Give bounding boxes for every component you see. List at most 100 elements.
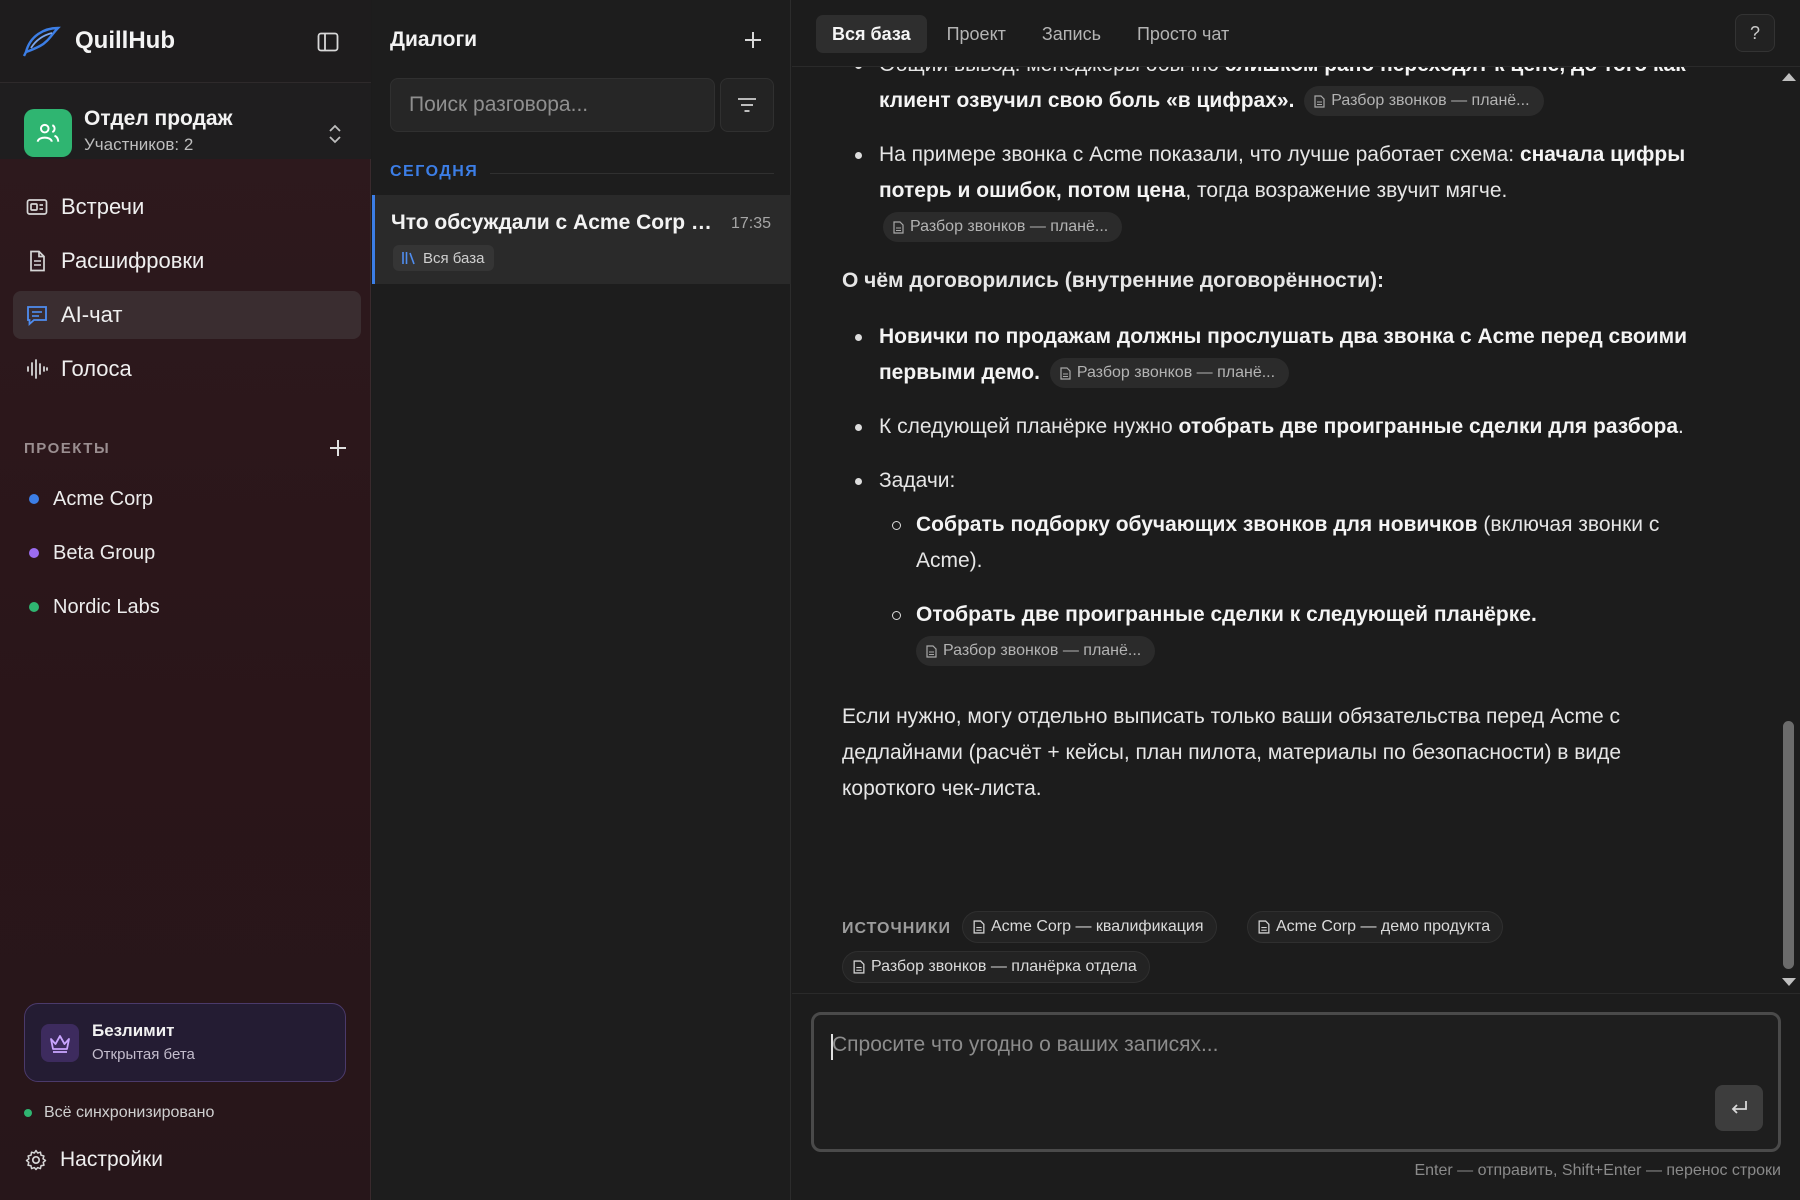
section-heading: О чём договорились (внутренние договорён… [842, 269, 1385, 292]
add-project-icon[interactable] [326, 436, 350, 460]
closing-paragraph: Если нужно, могу отдельно выписать тольк… [842, 705, 1622, 800]
scrollbar[interactable] [1777, 67, 1800, 992]
sidebar-item-label: Голоса [61, 356, 132, 381]
scroll-up-icon[interactable] [1782, 73, 1796, 81]
filter-button[interactable] [720, 78, 774, 132]
document-icon [1258, 920, 1270, 934]
source-chip[interactable]: Acme Corp — квалификация [962, 911, 1217, 943]
citation-chip[interactable]: Разбор звонков — планё... [883, 212, 1123, 243]
users-icon [36, 123, 60, 143]
composer: Спросите что угодно о ваших записях... E… [792, 993, 1800, 1200]
document-icon [926, 645, 937, 658]
tab-all-base[interactable]: Вся база [816, 15, 927, 53]
project-item-nordic[interactable]: Nordic Labs [24, 580, 160, 634]
plan-title: Безлимит [92, 1021, 175, 1040]
scroll-down-icon[interactable] [1782, 978, 1796, 986]
conversation-item[interactable]: Что обсуждали с Acme Corp и... 17:35 Вся… [372, 195, 791, 284]
message-area[interactable]: Общий вывод: менеджеры обычно слишком ра… [792, 67, 1777, 992]
dialogs-panel: Диалоги Поиск разговора... СЕГОДНЯ Что о… [372, 0, 791, 1200]
tab-just-chat[interactable]: Просто чат [1121, 15, 1245, 53]
filter-icon [738, 98, 756, 112]
team-members: Участников: 2 [84, 135, 194, 154]
search-input[interactable]: Поиск разговора... [390, 78, 715, 132]
chat-main: Вся база Проект Запись Просто чат ? Общи… [792, 0, 1800, 1200]
list-item: Задачи: Собрать подборку обучающих звонк… [842, 463, 1712, 669]
chat-input[interactable]: Спросите что угодно о ваших записях... [811, 1012, 1781, 1152]
citation-chip[interactable]: Разбор звонков — планё... [916, 636, 1156, 667]
gear-icon [25, 1149, 47, 1171]
section-today: СЕГОДНЯ [390, 163, 479, 180]
project-item-beta[interactable]: Beta Group [24, 526, 160, 580]
sources-label: ИСТОЧНИКИ [842, 920, 952, 937]
sidebar-item-meetings[interactable]: Встречи [13, 183, 361, 231]
list-item: Собрать подборку обучающих звонков для н… [879, 507, 1712, 579]
document-icon [1060, 367, 1071, 380]
sidebar-item-label: Расшифровки [61, 248, 205, 273]
list-item: Отобрать две проигранные сделки к следую… [879, 597, 1712, 669]
document-icon [893, 221, 904, 234]
keyboard-hint: Enter — отправить, Shift+Enter — перенос… [1414, 1162, 1781, 1179]
citation-chip[interactable]: Разбор звонков — планё... [1049, 358, 1290, 389]
sidebar-item-voices[interactable]: Голоса [13, 345, 361, 393]
project-label: Nordic Labs [53, 595, 160, 618]
assistant-message: Общий вывод: менеджеры обычно слишком ра… [842, 67, 1712, 807]
crown-icon [41, 1024, 79, 1062]
quill-logo-icon [22, 26, 61, 57]
send-button[interactable] [1715, 1085, 1763, 1131]
sidebar-toggle-icon[interactable] [316, 30, 340, 54]
chevron-updown-icon[interactable] [324, 121, 346, 147]
team-switcher[interactable]: Отдел продаж Участников: 2 [0, 83, 371, 159]
sync-dot-icon [24, 1109, 32, 1117]
conversation-tag-label: Вся база [423, 249, 485, 267]
meetings-icon [25, 195, 49, 219]
document-icon [973, 920, 985, 934]
project-label: Acme Corp [53, 487, 154, 510]
project-item-acme[interactable]: Acme Corp [24, 472, 160, 526]
sync-text: Всё синхронизировано [44, 1104, 215, 1121]
document-icon [25, 249, 49, 273]
settings-label: Настройки [60, 1148, 163, 1171]
dialogs-title: Диалоги [390, 28, 478, 51]
scope-tabs: Вся база Проект Запись Просто чат [816, 15, 1249, 53]
sync-status: Всё синхронизировано [24, 1104, 214, 1122]
tab-recording[interactable]: Запись [1026, 15, 1117, 53]
project-dot-icon [29, 548, 39, 558]
sidebar-item-label: Встречи [61, 194, 145, 219]
sidebar-item-ai-chat[interactable]: AI-чат [13, 291, 361, 339]
section-divider [490, 173, 774, 174]
projects-title: ПРОЕКТЫ [24, 440, 111, 457]
chat-icon [25, 303, 49, 327]
conversation-scope-tag: Вся база [393, 245, 495, 271]
list-item: На примере звонка с Acme показали, что л… [842, 137, 1712, 245]
list-item: К следующей планёрке нужно отобрать две … [842, 409, 1712, 445]
library-icon [402, 252, 415, 265]
team-name: Отдел продаж [84, 107, 233, 130]
list-item: Новички по продажам должны прослушать дв… [842, 319, 1712, 391]
tab-project[interactable]: Проект [931, 15, 1022, 53]
project-list: Acme Corp Beta Group Nordic Labs [24, 472, 160, 634]
source-chip[interactable]: Разбор звонков — планёрка отдела [842, 951, 1150, 983]
project-label: Beta Group [53, 541, 156, 564]
source-chip[interactable]: Acme Corp — демо продукта [1247, 911, 1504, 943]
plan-subtitle: Открытая бета [92, 1046, 195, 1063]
list-item: Общий вывод: менеджеры обычно слишком ра… [842, 67, 1712, 119]
sidebar-nav: Встречи Расшифровки AI-чат Голоса [13, 183, 361, 399]
help-button[interactable]: ? [1735, 14, 1775, 52]
sidebar: QuillHub Отдел продаж Участников: 2 Встр… [0, 0, 371, 1200]
plan-card[interactable]: Безлимит Открытая бета [24, 1003, 346, 1082]
project-dot-icon [29, 602, 39, 612]
conversation-title: Что обсуждали с Acme Corp и... [391, 211, 721, 234]
sidebar-item-transcripts[interactable]: Расшифровки [13, 237, 361, 285]
sidebar-item-label: AI-чат [61, 302, 123, 327]
settings-link[interactable]: Настройки [24, 1148, 163, 1172]
scrollbar-thumb[interactable] [1783, 721, 1794, 969]
citation-chip[interactable]: Разбор звонков — планё... [1304, 86, 1544, 117]
waveform-icon [25, 357, 49, 381]
document-icon [1314, 95, 1325, 108]
conversation-time: 17:35 [731, 215, 772, 232]
project-dot-icon [29, 494, 39, 504]
chat-input-placeholder: Спросите что угодно о ваших записях... [832, 1033, 1219, 1056]
enter-icon [1731, 1101, 1747, 1114]
new-dialog-icon[interactable] [740, 27, 766, 53]
brand-header: QuillHub [0, 0, 371, 83]
